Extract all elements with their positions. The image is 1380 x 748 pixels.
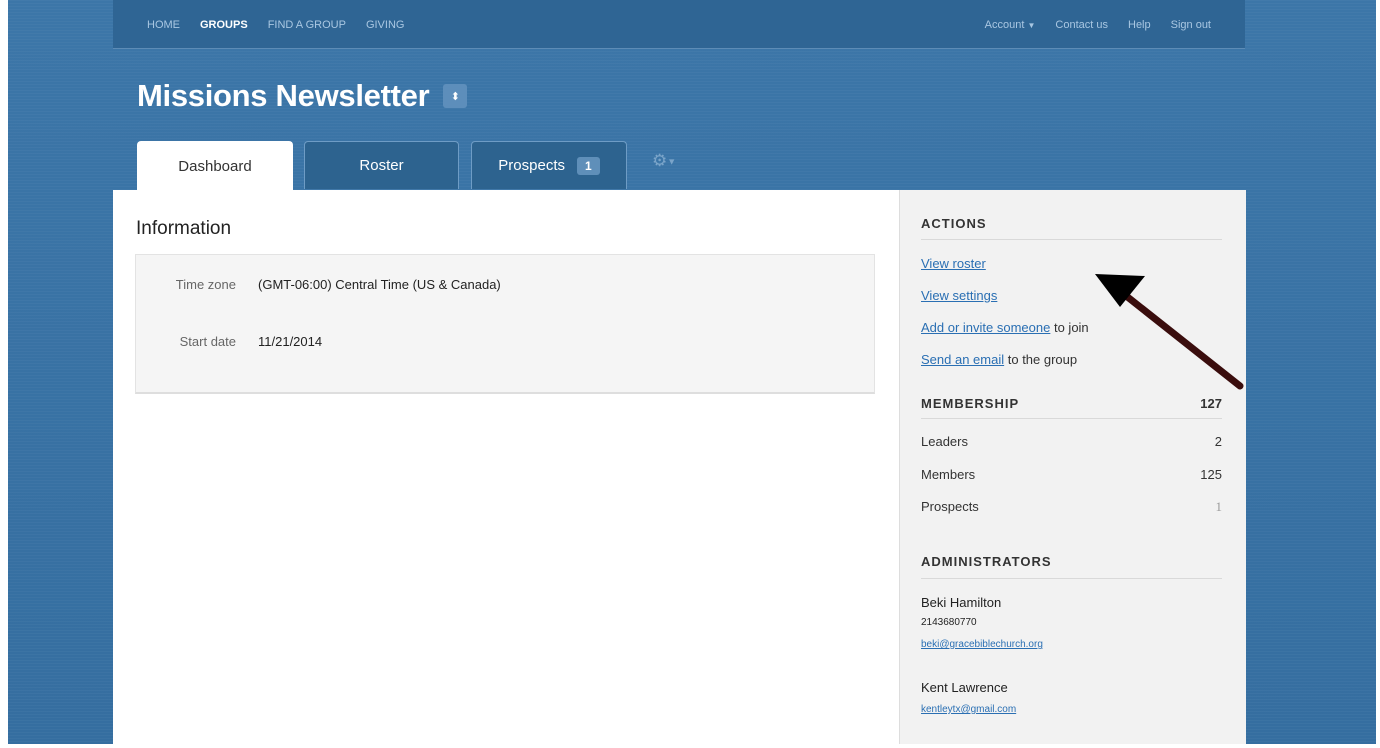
gear-menu-button[interactable]: ⚙▼ xyxy=(652,151,676,171)
divider xyxy=(921,418,1222,419)
tab-label: Roster xyxy=(359,157,404,174)
send-email-suffix: to the group xyxy=(1004,352,1078,367)
admin-name: Kent Lawrence xyxy=(921,680,1008,695)
caret-down-icon: ▼ xyxy=(667,156,677,167)
sort-icon: ⬍ xyxy=(450,90,460,103)
nav-account[interactable]: Account ▼ xyxy=(985,19,1036,31)
nav-contact-us[interactable]: Contact us xyxy=(1055,19,1108,31)
add-invite-item: Add or invite someone to join xyxy=(921,320,1089,335)
membership-value: 1 xyxy=(1215,499,1223,514)
membership-label: Leaders xyxy=(921,434,968,449)
tab-label: Prospects xyxy=(498,157,565,174)
tab-label: Dashboard xyxy=(178,158,252,175)
info-value: (GMT-06:00) Central Time (US & Canada) xyxy=(258,277,501,292)
title-row: Missions Newsletter ⬍ xyxy=(137,78,468,114)
divider xyxy=(921,578,1222,579)
tab-prospects[interactable]: Prospects 1 xyxy=(471,141,627,189)
info-row-time-zone: Time zone (GMT-06:00) Central Time (US &… xyxy=(136,277,501,292)
membership-row-prospects: Prospects 1 xyxy=(921,499,1222,515)
nav-help[interactable]: Help xyxy=(1128,19,1151,31)
info-value: 11/21/2014 xyxy=(258,334,323,349)
top-navigation: HOME GROUPS FIND A GROUP GIVING Account … xyxy=(113,0,1245,49)
admin-email-link[interactable]: beki@gracebiblechurch.org xyxy=(921,639,1043,650)
info-row-start-date: Start date 11/21/2014 xyxy=(136,334,322,349)
send-email-link[interactable]: Send an email xyxy=(921,352,1004,367)
info-label: Time zone xyxy=(175,277,236,292)
admin-email-link[interactable]: kentleytx@gmail.com xyxy=(921,704,1016,715)
information-box: Time zone (GMT-06:00) Central Time (US &… xyxy=(135,254,875,394)
membership-row-leaders: Leaders 2 xyxy=(921,434,1222,449)
page-title: Missions Newsletter xyxy=(137,78,430,113)
gear-icon: ⚙ xyxy=(652,151,668,170)
nav-find-a-group[interactable]: FIND A GROUP xyxy=(268,19,346,31)
information-heading: Information xyxy=(136,218,232,239)
sidebar: ACTIONS View roster View settings Add or… xyxy=(899,190,1246,744)
group-switcher-button[interactable]: ⬍ xyxy=(443,84,468,108)
edge-right xyxy=(1376,0,1380,748)
membership-value: 2 xyxy=(1214,434,1222,449)
nav-home[interactable]: HOME xyxy=(147,19,180,31)
divider xyxy=(921,239,1222,240)
tab-roster[interactable]: Roster xyxy=(304,141,459,189)
view-settings-item: View settings xyxy=(921,288,997,303)
view-roster-item: View roster xyxy=(921,256,986,271)
administrators-heading: ADMINISTRATORS xyxy=(921,554,1052,569)
info-label: Start date xyxy=(179,334,236,349)
membership-row-members: Members 125 xyxy=(921,467,1222,482)
view-roster-link[interactable]: View roster xyxy=(921,256,986,271)
nav-groups[interactable]: GROUPS xyxy=(200,19,248,31)
admin-name: Beki Hamilton xyxy=(921,595,1002,610)
nav-account-label: Account xyxy=(984,19,1025,31)
add-invite-suffix: to join xyxy=(1050,320,1089,335)
tab-dashboard[interactable]: Dashboard xyxy=(137,141,293,191)
caret-down-icon: ▼ xyxy=(1027,21,1036,30)
nav-giving[interactable]: GIVING xyxy=(366,19,405,31)
view-settings-link[interactable]: View settings xyxy=(921,288,997,303)
actions-heading: ACTIONS xyxy=(921,216,987,231)
membership-heading: MEMBERSHIP xyxy=(921,396,1020,411)
prospects-count-badge: 1 xyxy=(577,156,600,175)
admin-phone: 2143680770 xyxy=(921,617,977,628)
edge-left xyxy=(0,0,8,748)
send-email-item: Send an email to the group xyxy=(921,352,1077,367)
main-panel: Information Time zone (GMT-06:00) Centra… xyxy=(113,190,899,744)
add-invite-link[interactable]: Add or invite someone xyxy=(921,320,1050,335)
nav-sign-out[interactable]: Sign out xyxy=(1171,19,1211,31)
membership-label: Members xyxy=(921,467,976,482)
edge-bottom xyxy=(0,744,1380,748)
membership-total: 127 xyxy=(1200,396,1222,411)
membership-label: Prospects xyxy=(921,499,979,514)
membership-value: 125 xyxy=(1200,467,1222,482)
